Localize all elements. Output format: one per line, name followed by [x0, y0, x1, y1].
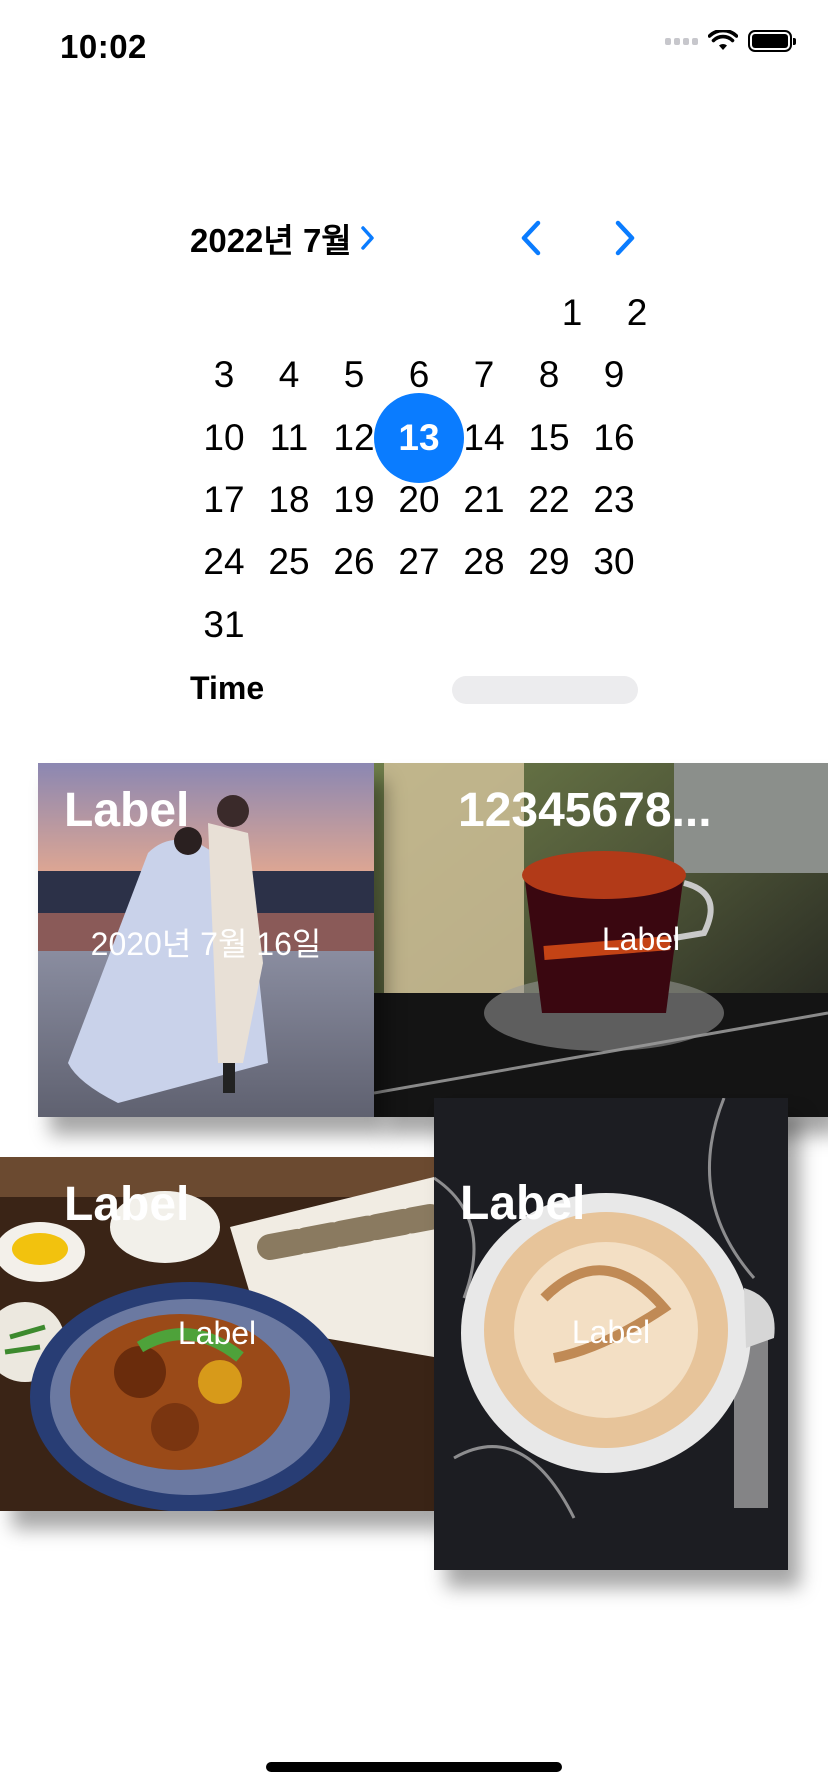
- calendar-day[interactable]: 15: [517, 407, 581, 469]
- home-indicator: [266, 1762, 562, 1772]
- cellular-signal-icon: [665, 37, 698, 45]
- time-picker-field[interactable]: [452, 676, 638, 704]
- calendar-day[interactable]: 18: [257, 469, 321, 531]
- next-month-button[interactable]: [610, 218, 638, 258]
- photo-card-latte[interactable]: Label Label: [434, 1098, 788, 1570]
- calendar-day[interactable]: 20: [387, 469, 451, 531]
- calendar-day[interactable]: 17: [192, 469, 256, 531]
- card-subtitle: Label: [601, 921, 681, 957]
- calendar-day[interactable]: 10: [192, 407, 256, 469]
- calendar-day[interactable]: 2: [605, 282, 669, 344]
- calendar-day[interactable]: 23: [582, 469, 646, 531]
- battery-icon: [748, 30, 796, 52]
- photo-card-couple[interactable]: Label 2020년 7월 16일: [38, 763, 374, 1117]
- calendar-day[interactable]: 11: [257, 407, 321, 469]
- card-title: Label: [64, 784, 190, 837]
- calendar-day[interactable]: 6: [387, 344, 451, 406]
- month-year-button[interactable]: 2022년 7월: [190, 218, 376, 259]
- calendar-day[interactable]: 22: [517, 469, 581, 531]
- calendar-day[interactable]: 25: [257, 531, 321, 593]
- wifi-icon: [708, 30, 738, 50]
- calendar-day[interactable]: 19: [322, 469, 386, 531]
- previous-month-button[interactable]: [518, 218, 546, 258]
- calendar-day[interactable]: 1: [540, 282, 604, 344]
- calendar-day[interactable]: 7: [452, 344, 516, 406]
- card-title: Label: [460, 1177, 586, 1230]
- calendar-day[interactable]: 4: [257, 344, 321, 406]
- card-subtitle: Label: [177, 1315, 257, 1351]
- calendar-day[interactable]: 16: [582, 407, 646, 469]
- card-subtitle: 2020년 7월 16일: [90, 926, 322, 962]
- calendar-day[interactable]: 12: [322, 407, 386, 469]
- status-time: 10:02: [60, 28, 147, 65]
- calendar-day[interactable]: 30: [582, 531, 646, 593]
- calendar-day-selected[interactable]: 13: [387, 407, 451, 469]
- photo-card-drink[interactable]: 12345678... Label: [374, 763, 828, 1117]
- calendar-day[interactable]: 9: [582, 344, 646, 406]
- calendar-day[interactable]: 29: [517, 531, 581, 593]
- calendar-day[interactable]: 8: [517, 344, 581, 406]
- calendar-day[interactable]: 28: [452, 531, 516, 593]
- photo-card-food[interactable]: Label Label: [0, 1157, 434, 1511]
- card-title: Label: [64, 1178, 190, 1231]
- status-icons: [665, 30, 796, 52]
- calendar-day[interactable]: 21: [452, 469, 516, 531]
- month-year-label: 2022년 7월: [190, 222, 352, 259]
- time-label: Time: [190, 670, 265, 706]
- calendar-day[interactable]: 31: [192, 594, 256, 656]
- chevron-right-icon: [360, 226, 374, 250]
- calendar-day[interactable]: 24: [192, 531, 256, 593]
- card-subtitle: Label: [571, 1314, 651, 1350]
- calendar-day[interactable]: 26: [322, 531, 386, 593]
- calendar-day[interactable]: 14: [452, 407, 516, 469]
- calendar-day[interactable]: 5: [322, 344, 386, 406]
- calendar-day[interactable]: 27: [387, 531, 451, 593]
- calendar-day[interactable]: 3: [192, 344, 256, 406]
- card-title: 12345678...: [458, 784, 712, 837]
